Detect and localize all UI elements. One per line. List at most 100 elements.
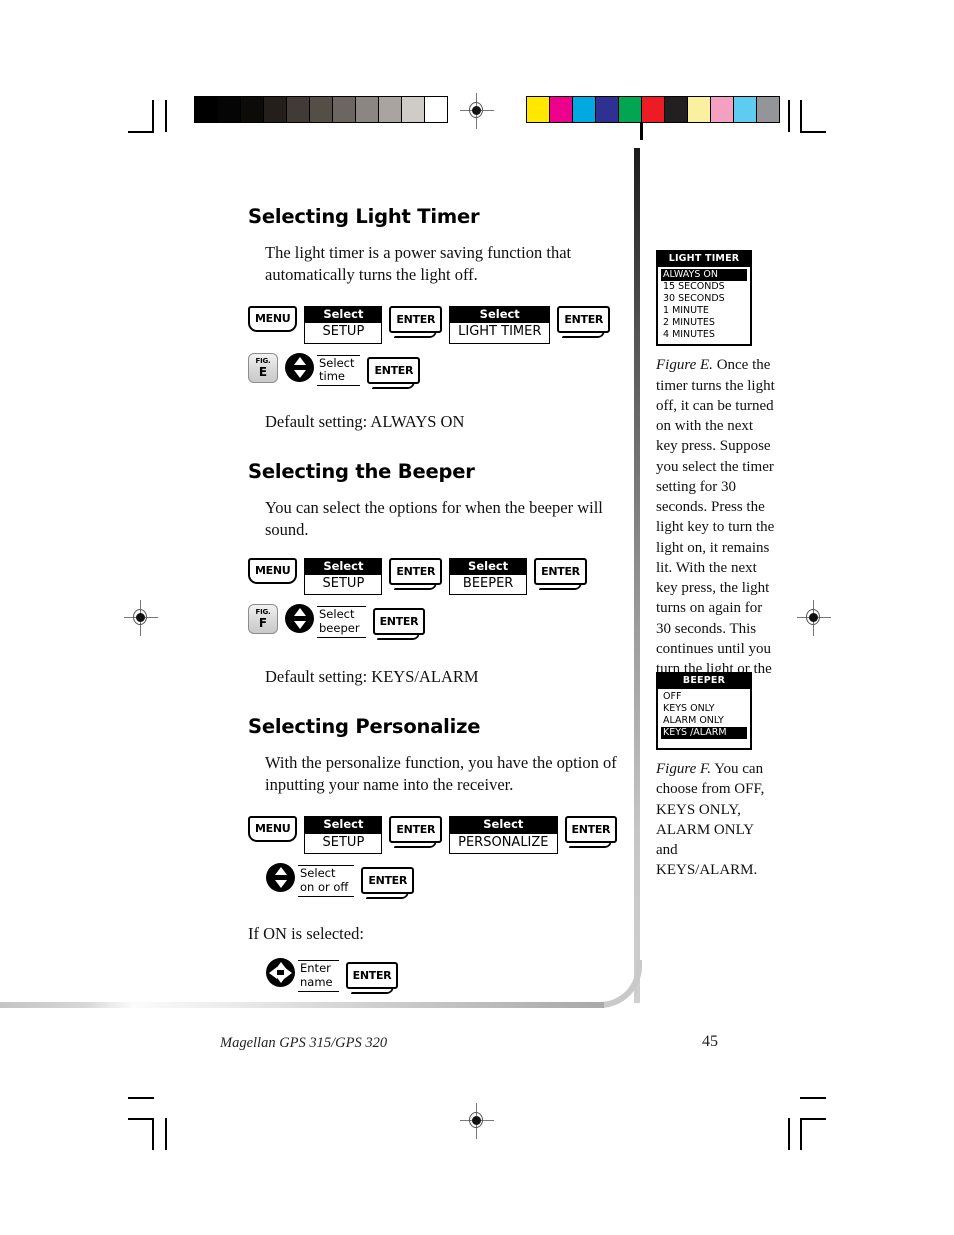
arrow-down-icon [293, 621, 306, 630]
pad-label-line2: beeper [319, 621, 360, 636]
main-content-column: Selecting Light Timer The light timer is… [248, 205, 628, 1004]
section-body-beeper: You can select the options for when the … [265, 497, 603, 539]
section-body-personalize: With the personalize function, you have … [265, 753, 617, 795]
lcd-menu-item[interactable]: 2 MINUTES [661, 317, 747, 329]
four-way-arrow-pad-icon[interactable] [266, 958, 295, 988]
calibration-swatch [688, 97, 711, 122]
crop-mark-top-left-v2 [165, 100, 167, 132]
crop-mark-top-left-v [152, 100, 154, 132]
key-sequence-row-light-timer-2: FIG. E Select time ENTER [248, 352, 628, 390]
key-sequence-row-personalize-1: MENU Select SETUP ENTER Select PERSONALI… [248, 816, 628, 855]
pad-label-select-beeper: Select beeper [317, 606, 366, 638]
lcd-menu-title: LIGHT TIMER [658, 252, 750, 267]
arrow-up-icon [293, 356, 306, 365]
lcd-menu-item[interactable]: 1 MINUTE [661, 305, 747, 317]
figure-tag-letter: E [258, 364, 268, 379]
sidebar-divider-rule [634, 148, 640, 1003]
screen-box-value: LIGHT TIMER [458, 324, 542, 340]
crop-mark-bottom-left-h [128, 1097, 154, 1099]
footer-document-title: Magellan GPS 315/GPS 320 [220, 1035, 388, 1051]
updown-arrow-pad-icon[interactable] [266, 863, 295, 893]
calibration-swatch [264, 97, 287, 122]
lcd-menu-item[interactable]: 30 SECONDS [661, 293, 747, 305]
arrow-down-icon [293, 369, 306, 378]
lcd-menu-item[interactable]: OFF [661, 691, 747, 703]
lcd-menu-item-selected[interactable]: ALWAYS ON [661, 268, 747, 281]
screen-box-beeper: Select BEEPER [449, 557, 528, 596]
calibration-swatch [333, 97, 356, 122]
calibration-swatch [665, 97, 688, 122]
default-setting-light-timer: Default setting: ALWAYS ON [265, 411, 465, 431]
enter-key[interactable]: ENTER [564, 816, 618, 844]
lcd-menu-item[interactable]: KEYS ONLY [661, 703, 747, 715]
registration-mark-bottom [460, 1103, 494, 1139]
crop-mark-top-right-v [800, 100, 802, 132]
calibration-swatch [619, 97, 642, 122]
figure-tag-letter: F [258, 616, 268, 631]
calibration-swatch [402, 97, 425, 122]
arrow-down-icon [274, 880, 287, 889]
figure-tag-label: FIG. [255, 608, 271, 617]
screen-box-header: Select [305, 558, 382, 576]
menu-key[interactable]: MENU [248, 305, 298, 332]
registration-mark-top [460, 93, 494, 129]
screen-box-setup: Select SETUP [304, 557, 383, 596]
pad-label-select-time: Select time [317, 354, 361, 387]
conditional-text-if-on: If ON is selected: [248, 924, 364, 944]
enter-key[interactable]: ENTER [389, 557, 443, 585]
lcd-menu-item[interactable]: 15 SECONDS [661, 281, 747, 293]
figure-caption-label: Figure F. [656, 761, 711, 778]
figure-caption-f: Figure F. You can choose from OFF, KEYS … [656, 759, 776, 881]
pad-label-line1: Select [319, 607, 355, 622]
lcd-menu-beeper: BEEPER OFF KEYS ONLY ALARM ONLY KEYS /ALARM [656, 672, 752, 751]
lcd-menu-item-selected[interactable]: KEYS /ALARM [661, 726, 747, 740]
pad-label-select-on-or-off: Select on or off [298, 865, 355, 897]
menu-key[interactable]: MENU [248, 557, 298, 584]
calibration-swatch [550, 97, 573, 122]
enter-key[interactable]: ENTER [345, 962, 399, 990]
lcd-menu-item[interactable]: ALARM ONLY [661, 715, 747, 727]
default-setting-beeper: Default setting: KEYS/ALARM [265, 667, 479, 687]
key-sequence-row-light-timer-1: MENU Select SETUP ENTER Select LIGHT TIM… [248, 305, 628, 344]
pad-label-line2: time [319, 369, 345, 384]
screen-box-header: Select [305, 306, 382, 324]
crop-mark-bottom-left-v2 [165, 1118, 167, 1150]
section-body-light-timer: The light timer is a power saving functi… [265, 243, 572, 284]
key-sequence-row-beeper-1: MENU Select SETUP ENTER Select BEEPER EN… [248, 557, 628, 596]
lcd-menu-list: OFF KEYS ONLY ALARM ONLY KEYS /ALARM [658, 688, 750, 743]
pad-label-enter-name: Enter name [298, 960, 339, 992]
lcd-menu-item[interactable]: 4 MINUTES [661, 329, 747, 341]
color-calibration-bar [526, 96, 780, 123]
lcd-menu-light-timer: LIGHT TIMER ALWAYS ON 15 SECONDS 30 SECOND… [656, 250, 752, 347]
section-heading-beeper: Selecting the Beeper [248, 459, 475, 483]
footer-page-number: 45 [702, 1033, 718, 1050]
lcd-menu-list: ALWAYS ON 15 SECONDS 30 SECONDS 1 MINUTE 2 M… [658, 266, 750, 345]
enter-key[interactable]: ENTER [389, 816, 443, 844]
pad-label-line2: on or off [300, 879, 349, 894]
screen-box-personalize: Select PERSONALIZE [449, 816, 558, 855]
arrow-up-icon [274, 867, 287, 876]
enter-key[interactable]: ENTER [367, 356, 421, 384]
arrow-left-icon [269, 966, 277, 979]
calibration-swatch [310, 97, 333, 122]
menu-key[interactable]: MENU [248, 816, 298, 843]
screen-box-value: SETUP [322, 576, 365, 592]
figure-tag-e: FIG. E [248, 352, 278, 383]
registration-mark-right [797, 600, 831, 636]
crop-mark-bottom-right-v2 [788, 1118, 790, 1150]
enter-key[interactable]: ENTER [389, 305, 443, 333]
pad-label-line1: Select [300, 866, 336, 881]
screen-box-value: BEEPER [462, 576, 514, 592]
enter-key[interactable]: ENTER [361, 867, 415, 895]
figure-caption-text: Once the timer turns the light off, it c… [656, 357, 775, 697]
updown-arrow-pad-icon[interactable] [285, 604, 314, 634]
enter-key[interactable]: ENTER [557, 305, 611, 333]
figure-caption-label: Figure E. [656, 357, 713, 374]
calibration-swatch [642, 97, 665, 122]
enter-key[interactable]: ENTER [372, 608, 426, 636]
calibration-swatch [573, 97, 596, 122]
updown-arrow-pad-icon[interactable] [285, 352, 314, 382]
crop-mark-bottom-left-v [152, 1118, 154, 1150]
screen-box-header: Select [305, 817, 382, 834]
enter-key[interactable]: ENTER [534, 557, 587, 585]
